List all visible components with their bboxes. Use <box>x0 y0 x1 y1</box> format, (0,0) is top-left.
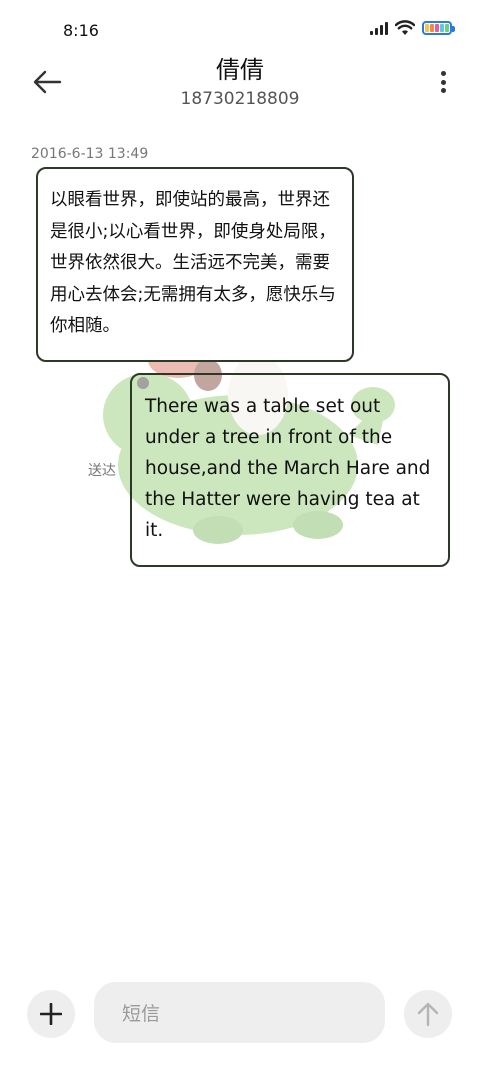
arrow-up-icon <box>417 1002 439 1027</box>
incoming-message-bubble[interactable]: 以眼看世界，即使站的最高，世界还是很小;以心看世界，即使身处局限，世界依然很大。… <box>36 167 354 362</box>
more-options-button[interactable] <box>436 67 450 97</box>
more-dot <box>440 88 446 93</box>
sms-conversation-screen: 8:16 倩倩 18730218809 2016-6-13 13:49 以眼看世… <box>0 0 480 1066</box>
battery-icon <box>422 21 455 35</box>
send-button[interactable] <box>404 990 452 1038</box>
status-icons <box>370 20 455 36</box>
outgoing-message-text: There was a table set out under a tree i… <box>145 396 431 541</box>
contact-number: 18730218809 <box>180 89 300 109</box>
plus-icon <box>40 1003 62 1025</box>
more-dot <box>440 79 446 85</box>
incoming-message-text: 以眼看世界，即使站的最高，世界还是很小;以心看世界，即使身处局限，世界依然很大。… <box>50 190 336 336</box>
status-time: 8:16 <box>63 21 99 40</box>
wifi-icon <box>395 20 415 35</box>
outgoing-message-bubble[interactable]: There was a table set out under a tree i… <box>130 373 450 567</box>
delivery-status: 送达 <box>88 463 116 479</box>
contact-info: 倩倩 18730218809 <box>0 55 480 113</box>
contact-name: 倩倩 <box>216 56 264 84</box>
add-attachment-button[interactable] <box>27 990 75 1038</box>
message-input[interactable]: 短信 <box>94 982 385 1043</box>
status-bar: 8:16 <box>0 0 480 60</box>
message-input-placeholder: 短信 <box>122 1003 161 1025</box>
conversation-header: 倩倩 18730218809 <box>0 55 480 115</box>
message-timestamp: 2016-6-13 13:49 <box>31 146 149 162</box>
signal-icon <box>370 21 388 35</box>
more-vertical-icon <box>440 71 446 76</box>
